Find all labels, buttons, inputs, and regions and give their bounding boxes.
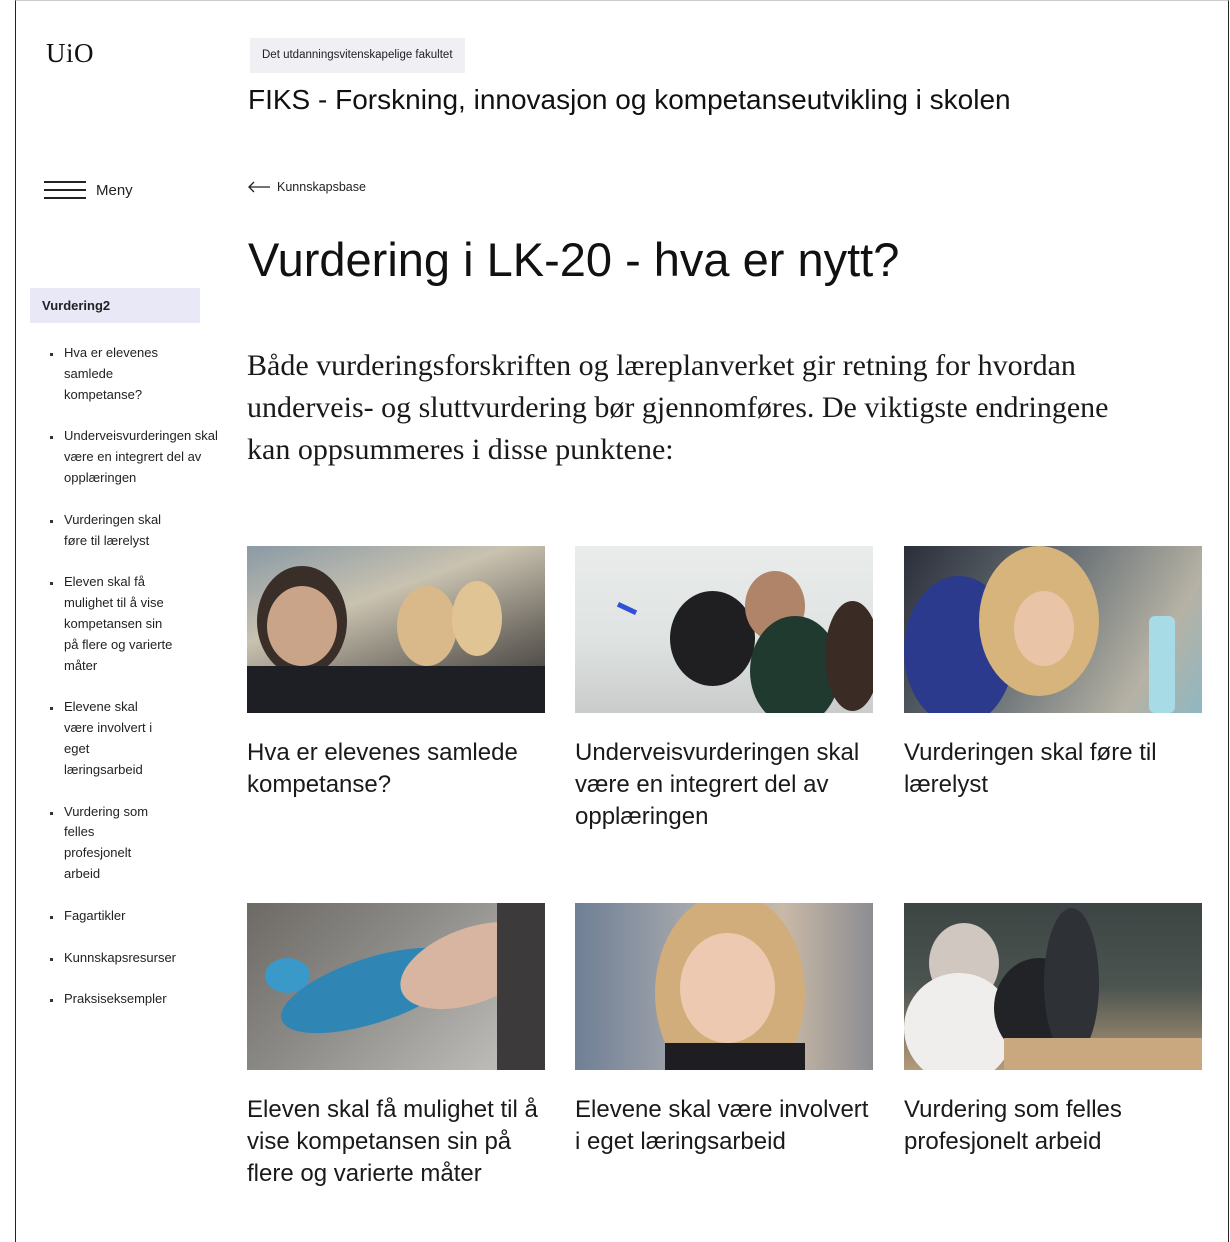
sidebar-nav: Hva er elevenes samlede kompetanse? Unde… bbox=[48, 343, 226, 1031]
sidebar-item-kunnskapsresurser[interactable]: Kunnskapsresurser bbox=[48, 948, 214, 969]
sidebar-item-involvert[interactable]: Elevene skal være involvert i eget lærin… bbox=[48, 697, 164, 780]
girl-reading-photo bbox=[575, 903, 873, 1070]
teacher-at-whiteboard-photo bbox=[575, 546, 873, 713]
girl-with-glasses-photo bbox=[904, 546, 1202, 713]
site-title[interactable]: FIKS - Forskning, innovasjon og kompetan… bbox=[248, 84, 1011, 116]
teachers-meeting-photo bbox=[904, 903, 1202, 1070]
card-title: Hva er elevenes samlede kompetanse? bbox=[247, 739, 518, 798]
card-title: Elevene skal være involvert i eget lærin… bbox=[575, 1096, 869, 1155]
hamburger-icon bbox=[44, 178, 86, 202]
lead-paragraph: Både vurderingsforskriften og læreplanve… bbox=[247, 349, 1109, 466]
card-title: Underveisvurderingen skal være en integr… bbox=[575, 739, 860, 830]
page-title: Vurdering i LK-20 - hva er nytt? bbox=[248, 233, 900, 286]
card-laerelyst[interactable]: Vurderingen skal føre til lærelyst bbox=[904, 546, 1202, 801]
card-involvert[interactable]: Elevene skal være involvert i eget lærin… bbox=[575, 903, 873, 1158]
students-at-laptops-photo bbox=[247, 546, 545, 713]
card-title: Vurderingen skal føre til lærelyst bbox=[904, 739, 1157, 798]
sidebar-item-laerelyst[interactable]: Vurderingen skal føre til lærelyst bbox=[48, 510, 186, 552]
card-underveisvurdering[interactable]: Underveisvurderingen skal være en integr… bbox=[575, 546, 873, 833]
menu-label: Meny bbox=[96, 181, 133, 199]
breadcrumb-back-link[interactable]: Kunnskapsbase bbox=[247, 180, 366, 194]
card-vise-kompetansen[interactable]: Eleven skal få mulighet til å vise kompe… bbox=[247, 903, 545, 1190]
sidebar-heading[interactable]: Vurdering2 bbox=[30, 288, 200, 323]
uio-logo[interactable]: UiO bbox=[46, 38, 94, 69]
card-title: Eleven skal få mulighet til å vise kompe… bbox=[247, 1096, 538, 1187]
sidebar-item-fagartikler[interactable]: Fagartikler bbox=[48, 906, 204, 927]
sidebar-item-profesjonelt-arbeid[interactable]: Vurdering som felles profesjonelt arbeid bbox=[48, 802, 164, 885]
toy-dinosaur-photo bbox=[247, 903, 545, 1070]
card-samlede-kompetanse[interactable]: Hva er elevenes samlede kompetanse? bbox=[247, 546, 545, 801]
arrow-left-icon bbox=[248, 181, 270, 193]
card-title: Vurdering som felles profesjonelt arbeid bbox=[904, 1096, 1122, 1155]
menu-button[interactable]: Meny bbox=[44, 178, 133, 202]
sidebar-item-samlede-kompetanse[interactable]: Hva er elevenes samlede kompetanse? bbox=[48, 343, 182, 405]
card-profesjonelt-arbeid[interactable]: Vurdering som felles profesjonelt arbeid bbox=[904, 903, 1202, 1158]
sidebar-item-vise-kompetansen[interactable]: Eleven skal få mulighet til å vise kompe… bbox=[48, 572, 174, 676]
breadcrumb-label: Kunnskapsbase bbox=[277, 180, 366, 194]
sidebar-item-praksiseksempler[interactable]: Praksiseksempler bbox=[48, 989, 214, 1010]
faculty-tag[interactable]: Det utdanningsvitenskapelige fakultet bbox=[250, 38, 465, 73]
sidebar-item-underveisvurdering[interactable]: Underveisvurderingen skal være en integr… bbox=[48, 426, 224, 488]
